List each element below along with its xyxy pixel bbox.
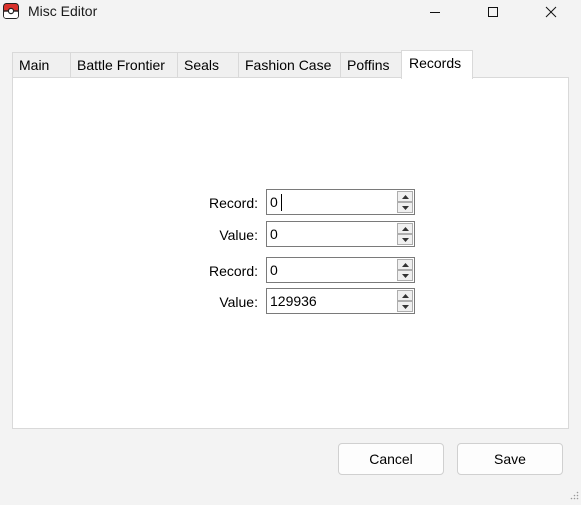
tab-battle-frontier[interactable]: Battle Frontier (70, 52, 178, 77)
value-1-label: Value: (219, 227, 258, 243)
arrow-down-icon (401, 237, 409, 242)
arrow-up-icon (401, 262, 409, 267)
text-caret (281, 194, 282, 211)
value-1-value: 0 (270, 226, 278, 242)
maximize-icon (488, 7, 498, 17)
maximize-button[interactable] (470, 0, 516, 24)
value-2-value: 129936 (270, 293, 317, 309)
resize-grip-icon[interactable] (569, 487, 579, 500)
arrow-down-icon (401, 304, 409, 309)
record-1-value: 0 (270, 194, 278, 210)
arrow-up-icon (401, 293, 409, 298)
value-1-down-button[interactable] (397, 234, 413, 245)
save-button[interactable]: Save (457, 443, 563, 475)
value-2-input[interactable]: 129936 (266, 288, 415, 314)
window-title: Misc Editor (28, 3, 98, 19)
tab-main[interactable]: Main (12, 52, 71, 77)
record-2-down-button[interactable] (397, 270, 413, 281)
record-1-up-button[interactable] (397, 191, 413, 202)
tab-poffins[interactable]: Poffins (340, 52, 402, 77)
tab-seals[interactable]: Seals (177, 52, 239, 77)
arrow-down-icon (401, 273, 409, 278)
tab-records[interactable]: Records (401, 50, 473, 79)
minimize-icon (430, 12, 440, 13)
close-icon (545, 6, 557, 18)
record-2-label: Record: (208, 263, 258, 279)
cancel-button[interactable]: Cancel (338, 443, 444, 475)
title-bar: Misc Editor (0, 0, 581, 24)
value-2-label: Value: (219, 294, 258, 310)
record-2-value: 0 (270, 262, 278, 278)
minimize-button[interactable] (412, 0, 458, 24)
record-2-input[interactable]: 0 (266, 257, 415, 283)
close-button[interactable] (528, 0, 574, 24)
tab-fashion-case[interactable]: Fashion Case (238, 52, 341, 77)
records-panel: Record: 0 Value: 0 Record: 0 Value: 1299… (12, 77, 569, 429)
arrow-up-icon (401, 226, 409, 231)
value-1-up-button[interactable] (397, 223, 413, 234)
arrow-down-icon (401, 205, 409, 210)
record-1-label: Record: (208, 195, 258, 211)
record-1-input[interactable]: 0 (266, 189, 415, 215)
value-2-down-button[interactable] (397, 301, 413, 312)
value-1-input[interactable]: 0 (266, 221, 415, 247)
record-2-up-button[interactable] (397, 259, 413, 270)
value-2-up-button[interactable] (397, 290, 413, 301)
record-1-down-button[interactable] (397, 202, 413, 213)
pokeball-icon (3, 3, 19, 19)
arrow-up-icon (401, 194, 409, 199)
